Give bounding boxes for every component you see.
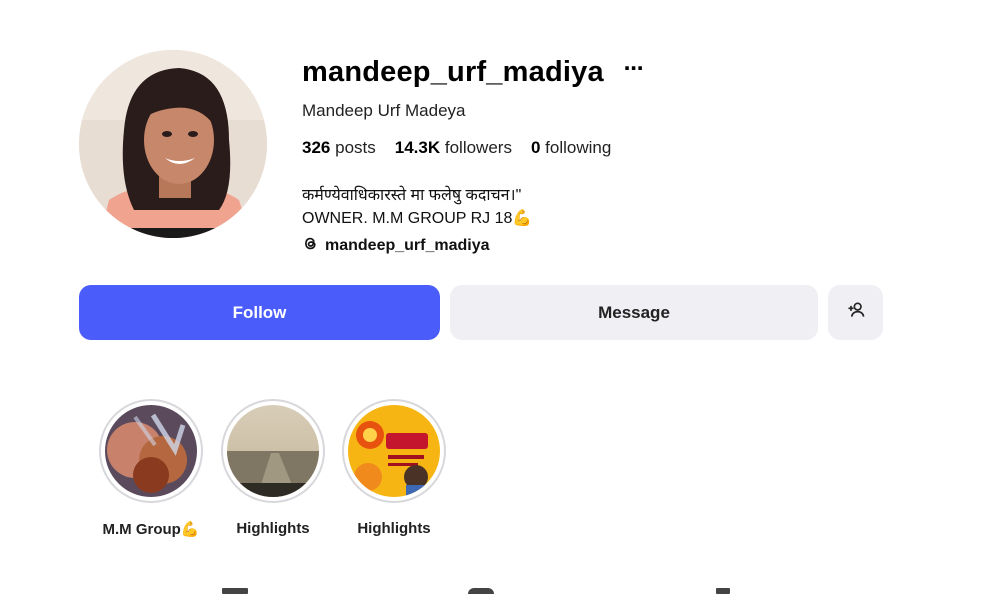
username: mandeep_urf_madiya: [302, 56, 604, 88]
following-count: 0: [530, 138, 541, 157]
posts-stat: 326 posts: [302, 138, 376, 158]
followers-count: 14.3K: [394, 138, 441, 157]
tagged-tab-icon[interactable]: [716, 588, 730, 594]
profile-page: mandeep_urf_madiya ⋯ Mandeep Urf Madeya …: [0, 0, 1006, 594]
posts-count: 326: [302, 138, 331, 157]
threads-handle: mandeep_urf_madiya: [325, 237, 490, 254]
highlight-label: M.M Group💪: [102, 521, 200, 538]
highlight-ring: [342, 399, 446, 503]
highlight-2[interactable]: Highlights: [340, 399, 448, 537]
follow-button[interactable]: Follow: [79, 285, 440, 340]
profile-stats: 326 posts 14.3K followers 0 following: [302, 138, 611, 158]
highlight-cover-image: [227, 405, 319, 497]
message-button[interactable]: Message: [450, 285, 818, 340]
highlight-ring: [99, 399, 203, 503]
threads-link[interactable]: mandeep_urf_madiya: [302, 235, 490, 257]
bio-line-2: OWNER. M.M GROUP RJ 18💪: [302, 210, 533, 227]
following-label: following: [545, 138, 612, 157]
posts-label: posts: [335, 138, 376, 157]
profile-avatar[interactable]: [79, 50, 267, 238]
followers-label: followers: [444, 138, 512, 157]
followers-stat[interactable]: 14.3K followers: [395, 138, 512, 158]
bio: कर्मण्येवाधिकारस्ते मा फलेषु कदाचन।" OWN…: [302, 184, 532, 230]
profile-tab-bar: [0, 588, 1006, 594]
add-user-icon: [846, 300, 866, 325]
highlight-1[interactable]: Highlights: [219, 399, 327, 537]
highlight-label: Highlights: [236, 520, 310, 537]
highlight-mm-group[interactable]: M.M Group💪: [97, 399, 205, 538]
highlight-cover-image: [348, 405, 440, 497]
full-name: Mandeep Urf Madeya: [302, 101, 466, 120]
add-user-button[interactable]: [828, 285, 883, 340]
more-options-icon[interactable]: ⋯: [620, 59, 648, 79]
posts-tab-icon[interactable]: [222, 588, 248, 594]
following-stat[interactable]: 0 following: [531, 138, 611, 158]
highlight-ring: [221, 399, 325, 503]
bio-line-1: कर्मण्येवाधिकारस्ते मा फलेषु कदाचन।": [302, 187, 522, 204]
highlight-label: Highlights: [357, 520, 431, 537]
username-row: mandeep_urf_madiya ⋯: [302, 56, 648, 89]
highlight-cover-image: [105, 405, 197, 497]
threads-icon: [302, 235, 319, 257]
reels-tab-icon[interactable]: [468, 588, 494, 594]
